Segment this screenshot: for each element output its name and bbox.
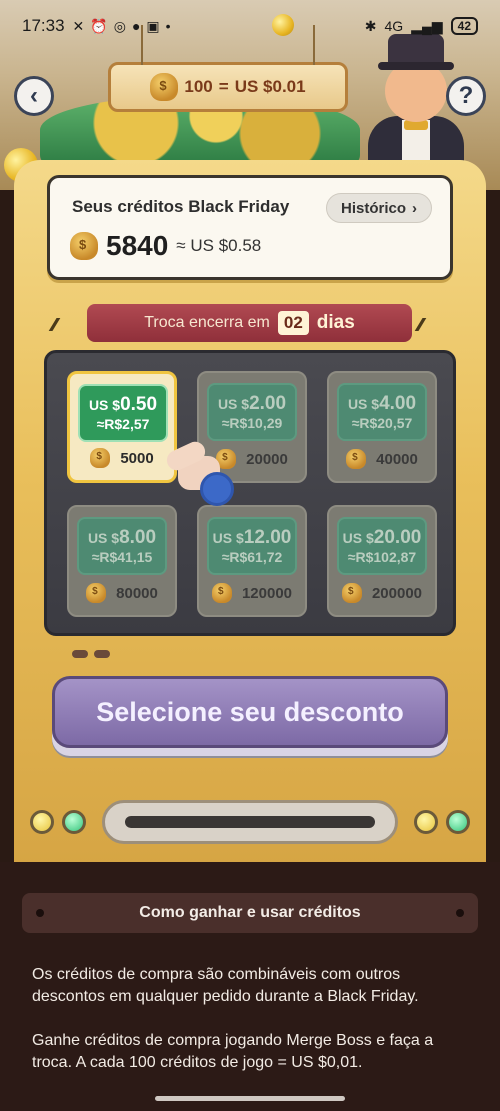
bluetooth-icon: ✱ [364,17,377,34]
history-label: Histórico [340,199,406,217]
signal-icon: ▂▄▆ [411,17,443,34]
usd-value: 2.00 [249,393,287,414]
discount-option[interactable]: US $12.00≈R$61,72 120000 [197,505,307,617]
discount-option[interactable]: US $4.00≈R$20,57 40000 [327,371,437,483]
credit-cost: 20000 [246,450,288,468]
how-to-earn-button[interactable]: Como ganhar e usar créditos [22,893,478,933]
credit-cost: 40000 [376,450,418,468]
credits-title: Seus créditos Black Friday [72,197,290,216]
usd-value: 0.50 [120,394,158,415]
credit-cost: 5000 [120,449,154,467]
coin-slot [102,800,398,844]
info-paragraph: Ganhe créditos de compra jogando Merge B… [32,1032,434,1071]
deadline-days: 02 [277,311,309,335]
network-type: 4G [384,18,404,34]
rate-value: US $0.01 [234,77,306,96]
notification-icon: ▣ [146,17,160,34]
coin-bag-icon [86,583,107,603]
alarm-icon: ⏰ [90,17,108,34]
chevron-left-icon: ‹ [30,82,38,109]
credits-approx-value: ≈ US $0.58 [176,236,262,255]
back-button[interactable]: ‹ [14,76,54,116]
deadline-banner: Troca encerra em 02 dias [87,304,412,342]
coin-bag-icon [150,73,179,101]
discount-grid: US $0.50≈R$2,57 5000 US $2.00≈R$10,29 20… [44,350,456,636]
instagram-icon: ◎ [113,17,126,34]
usd-value: 20.00 [373,527,422,548]
brl-value: ≈R$20,57 [351,415,413,431]
yellow-light-icon [414,810,438,834]
clock: 17:33 [22,16,65,35]
exchange-rate-sign: 100 = US $0.01 [108,25,348,112]
brl-value: ≈R$61,72 [221,549,283,565]
credits-card: Seus créditos Black Friday Histórico › 5… [47,175,453,280]
deadline-prefix: Troca encerra em [144,314,270,331]
brl-value: ≈R$41,15 [91,549,153,565]
help-button[interactable]: ? [446,76,486,116]
credit-cost: 200000 [371,584,423,602]
discount-option[interactable]: US $8.00≈R$41,15 80000 [67,505,177,617]
info-paragraph: Os créditos de compra são combináveis co… [32,966,419,1005]
rate-equals: = [218,77,229,96]
green-light-icon [446,810,470,834]
deadline-suffix: dias [316,312,355,333]
how-to-earn-label: Como ganhar e usar créditos [139,904,361,921]
decorative-dots: ⁄⁄⁄ [418,315,423,335]
home-indicator[interactable] [155,1096,345,1101]
discount-option[interactable]: US $20.00≈R$102,87 200000 [327,505,437,617]
mute-icon: ✕ [72,17,85,34]
coin-bag-icon [346,449,367,469]
yellow-light-icon [30,810,54,834]
usd-value: 8.00 [119,527,157,548]
coin-bag-icon [70,232,98,260]
brl-value: ≈R$2,57 [96,416,150,432]
chevron-right-icon: › [412,199,417,217]
brl-value: ≈R$102,87 [347,549,417,565]
status-bar: 17:33 ✕ ⏰ ◎ ● ▣ • ✱ 4G ▂▄▆ 42 [0,0,500,52]
credits-amount: 5840 [106,230,169,261]
coin-bag-icon [90,448,111,468]
history-button[interactable]: Histórico › [325,193,432,223]
pointing-hand-icon [156,430,234,508]
rate-amount: 100 [184,77,213,96]
more-dots-icon: • [165,18,171,34]
app-icon: ● [131,18,141,34]
coin-bag-icon [341,583,362,603]
usd-value: 12.00 [243,527,292,548]
usd-value: 4.00 [379,393,417,414]
indicator-lights [72,650,110,658]
credit-cost: 80000 [116,584,158,602]
brl-value: ≈R$10,29 [221,415,283,431]
decorative-dots: ⁄⁄⁄ [52,315,57,335]
green-light-icon [62,810,86,834]
question-icon: ? [458,82,474,109]
coin-bag-icon [211,583,232,603]
battery-level: 42 [450,17,478,35]
select-discount-button[interactable]: Selecione seu desconto [52,676,448,748]
credit-cost: 120000 [241,584,293,602]
